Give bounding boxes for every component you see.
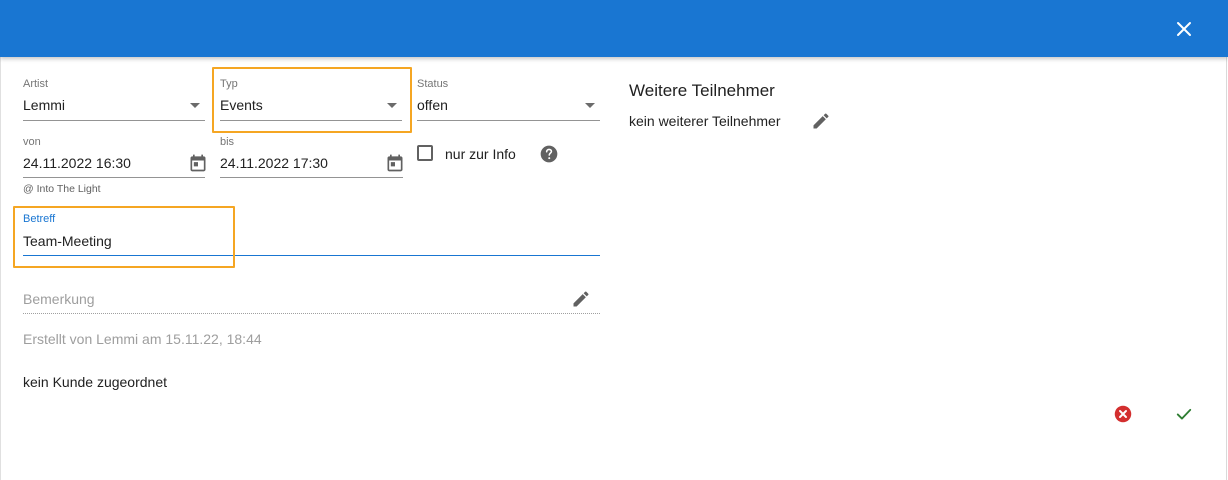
- dialog-header: [0, 0, 1228, 57]
- chevron-down-icon[interactable]: [585, 103, 595, 108]
- status-select[interactable]: Status offen: [417, 78, 600, 122]
- close-icon[interactable]: [1172, 17, 1196, 41]
- bis-underline: [220, 177, 403, 178]
- cancel-circle-icon[interactable]: [1114, 405, 1132, 423]
- calendar-icon[interactable]: [385, 153, 405, 173]
- artist-value: Lemmi: [23, 97, 66, 113]
- check-icon[interactable]: [1174, 404, 1194, 424]
- created-info: Erstellt von Lemmi am 15.11.22, 18:44: [23, 331, 262, 347]
- von-underline: [23, 177, 205, 178]
- artist-select[interactable]: Artist Lemmi: [23, 78, 205, 122]
- participants-empty-text: kein weiterer Teilnehmer: [629, 113, 781, 129]
- artist-label: Artist: [23, 78, 49, 90]
- von-value: 24.11.2022 16:30: [23, 155, 131, 171]
- customer-info: kein Kunde zugeordnet: [23, 374, 167, 390]
- info-only-checkbox[interactable]: [417, 145, 433, 161]
- pencil-icon[interactable]: [571, 289, 591, 309]
- status-value: offen: [417, 97, 448, 113]
- info-only-label[interactable]: nur zur Info: [445, 146, 516, 162]
- artist-underline: [23, 120, 205, 121]
- location-hint: @ Into The Light: [23, 183, 101, 195]
- pencil-icon[interactable]: [811, 111, 831, 131]
- von-label: von: [23, 136, 41, 148]
- bis-datetime-field[interactable]: bis 24.11.2022 17:30: [220, 136, 403, 180]
- bis-value: 24.11.2022 17:30: [220, 155, 328, 171]
- typ-highlight-box: [212, 67, 412, 133]
- bemerkung-underline: [23, 313, 600, 314]
- status-label: Status: [417, 78, 449, 90]
- von-datetime-field[interactable]: von 24.11.2022 16:30: [23, 136, 208, 180]
- participants-title: Weitere Teilnehmer: [629, 81, 775, 100]
- betreff-highlight-box: [13, 206, 235, 268]
- calendar-icon[interactable]: [188, 153, 208, 173]
- help-circle-icon[interactable]: [539, 144, 559, 164]
- status-underline: [417, 120, 600, 121]
- bemerkung-field[interactable]: Bemerkung: [23, 291, 95, 307]
- bis-label: bis: [220, 136, 235, 148]
- chevron-down-icon[interactable]: [190, 103, 200, 108]
